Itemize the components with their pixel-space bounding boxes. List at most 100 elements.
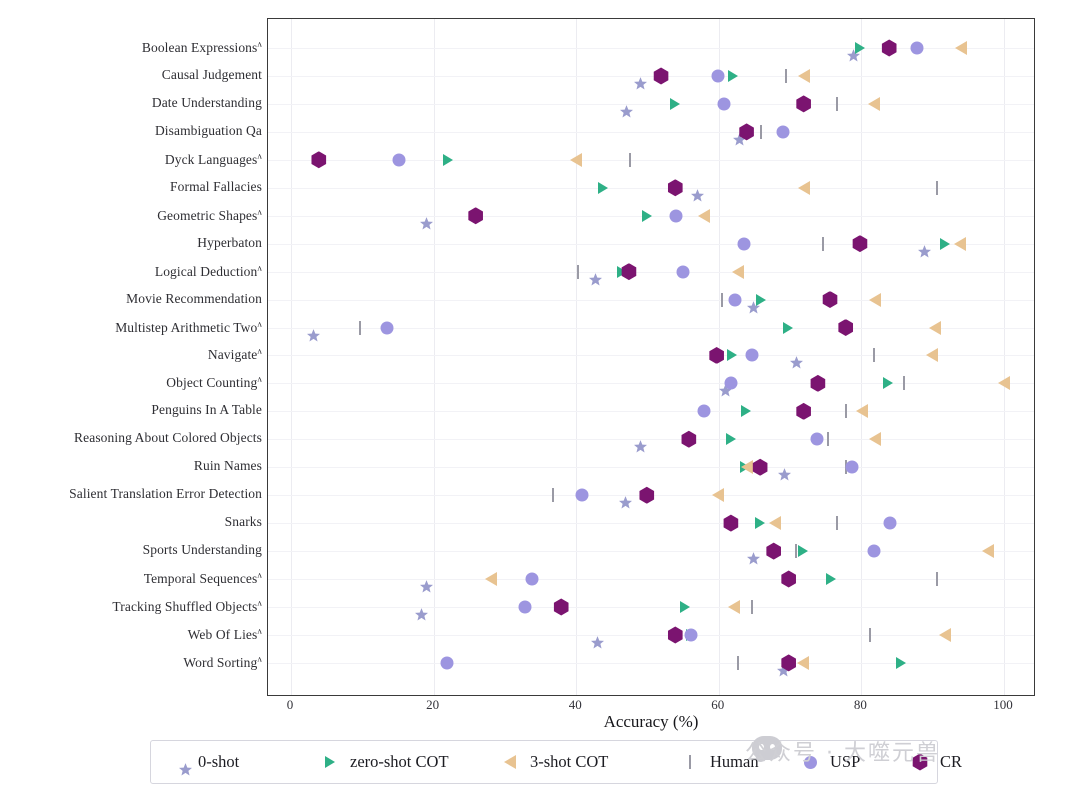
y-gridline [268,551,1034,553]
triangle-left-marker [953,236,966,251]
x-tick-label: 20 [426,697,440,712]
y-gridline [268,299,1034,301]
y-axis-label: Boolean Expressionsʌ [141,38,262,55]
legend-item[interactable]: 3-shot COT [501,752,608,772]
hexagon-marker [723,514,739,532]
triangle-left-marker [938,627,951,642]
x-tick-label: 80 [853,697,867,712]
x-tick-label: 40 [568,697,582,712]
hexagon-marker [881,39,897,57]
x-gridline [1004,19,1005,695]
watermark-eye-right [770,744,775,750]
legend-item[interactable]: CR [911,752,962,772]
y-gridline [268,579,1034,581]
y-axis-label: Formal Fallacies [170,178,262,194]
plot-area [267,18,1035,696]
triangle-left-marker [769,516,782,531]
y-axis-label: Sports Understanding [142,542,262,558]
triangle-right-marker [641,209,652,222]
y-axis-label: Object Countingʌ [166,373,262,391]
circle-marker [392,153,406,167]
triangle-left-marker [740,460,753,475]
triangle-left-marker [982,544,995,559]
x-gridline [576,19,578,695]
y-axis-label: Causal Judgement [161,66,262,82]
triangle-left-marker [697,208,710,223]
hexagon-marker [810,374,826,392]
y-axis-label: Salient Translation Error Detection [69,486,262,502]
circle-marker [910,41,924,55]
legend-label: CR [940,752,963,771]
watermark-bubble-icon [752,736,782,762]
triangle-left-marker [796,655,809,670]
triangle-right-marker [727,349,738,362]
x-tick-label: 100 [993,697,1013,712]
triangle-right-marker [782,321,793,334]
y-axis-label: Date Understanding [151,94,262,110]
circle-marker [525,572,539,586]
y-axis-label: Dyck Languagesʌ [164,150,262,167]
triangle-right-marker [825,573,836,586]
triangle-right-marker [680,601,691,613]
circle-marker [724,376,738,390]
hexagon-marker [681,430,697,448]
y-gridline [268,383,1034,385]
hexagon-marker [852,235,868,253]
hexagon-marker [653,67,669,85]
triangle-right-marker [896,656,907,669]
y-axis-label: Multistep Arithmetic Twoʌ [115,317,262,335]
y-axis-label: Penguins In A Table [151,402,262,418]
human-bar-marker [903,376,906,391]
watermark-eye-left [759,744,764,750]
triangle-left-marker [570,152,583,167]
circle-marker [845,460,859,474]
y-gridline [268,187,1034,189]
circle-marker [669,209,683,223]
chart-legend: 0-shot zero-shot COT 3-shot COT Human USP CR [150,740,962,784]
triangle-right-marker [670,97,681,110]
circle-marker [697,404,711,418]
triangle-left-marker [732,264,745,279]
legend-label: zero-shot COT [350,752,449,771]
circle-marker [717,97,731,111]
y-axis-label: Reasoning About Colored Objects [74,430,262,446]
circle-marker [810,432,824,446]
circle-marker [440,656,454,670]
hexagon-marker [553,598,569,616]
triangle-left-marker [797,180,810,195]
hexagon-marker [796,402,811,420]
human-bar-marker [359,320,362,335]
legend-item[interactable]: USP [801,752,860,772]
human-bar-marker [836,516,839,531]
human-bar-marker [836,96,839,111]
y-axis-category-labels: Boolean Expressionsʌ Causal Judgement Date… [0,18,262,696]
human-bar-marker [784,68,787,83]
x-gridline [291,19,292,695]
triangle-right-marker [442,153,453,166]
y-gridline [268,159,1034,161]
circle-marker [776,125,790,139]
legend-item[interactable]: Human [681,752,759,772]
triangle-right-marker [854,42,865,54]
y-gridline [268,607,1034,608]
legend-label: 3-shot COT [530,752,609,771]
triangle-right-marker [755,293,766,306]
legend-item[interactable]: 0-shot [169,752,239,776]
hexagon-icon [911,753,929,771]
triangle-left-marker [797,68,810,83]
y-axis-label: Ruin Names [193,458,262,474]
legend-item[interactable]: zero-shot COT [321,752,449,772]
human-bar-marker [873,348,876,363]
hexagon-marker [639,486,655,504]
circle-marker [745,348,759,362]
circle-marker [883,516,897,530]
human-bar-marker [628,152,631,167]
hexagon-marker [766,542,781,560]
human-bar-marker [826,432,829,447]
y-axis-label: Tracking Shuffled Objectsʌ [112,597,262,614]
circle-marker [728,293,742,307]
y-gridline [268,355,1034,357]
circle-marker [737,237,751,251]
circle-marker [684,628,698,642]
legend-label: Human [710,752,759,771]
